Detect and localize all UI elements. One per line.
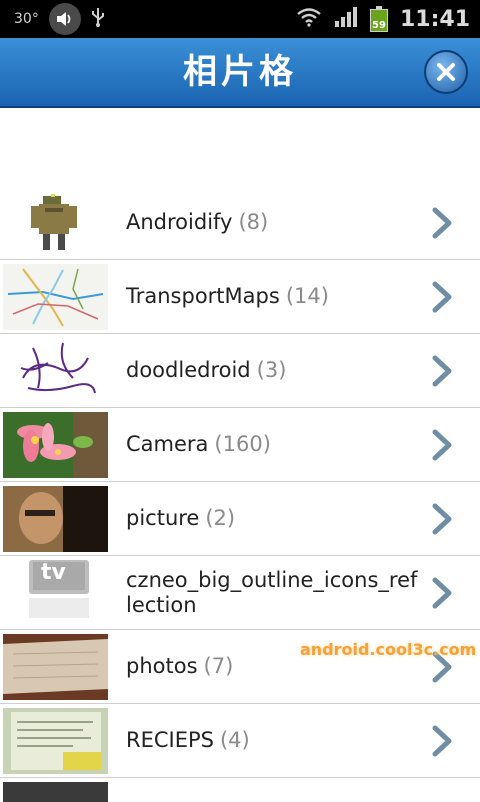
album-row-czneo[interactable]: tv czneo_big_outline_icons_reflection — [0, 556, 480, 630]
album-name: picture — [126, 506, 200, 530]
album-name: photos — [126, 654, 198, 678]
album-name: czneo_big_outline_icons_reflection — [126, 567, 418, 617]
album-count: (2) — [205, 506, 236, 530]
album-label: Camera (160) — [126, 408, 420, 481]
album-label: czneo_big_outline_icons_reflection — [126, 556, 420, 629]
album-thumbnail — [3, 412, 108, 478]
usb-icon — [91, 6, 105, 32]
album-thumbnail — [3, 338, 108, 404]
album-row-androidify[interactable]: Androidify (8) — [0, 186, 480, 260]
status-left: 30° — [14, 0, 105, 38]
album-name: RECIEPS — [126, 728, 214, 752]
album-thumbnail — [3, 782, 108, 802]
clock: 11:41 — [399, 6, 470, 32]
close-icon — [437, 63, 455, 81]
album-row-doodledroid[interactable]: doodledroid (3) — [0, 334, 480, 408]
album-thumbnail — [3, 708, 108, 774]
album-label: doodledroid (3) — [126, 334, 420, 407]
album-name: doodledroid — [126, 358, 251, 382]
album-count: (14) — [285, 284, 329, 308]
album-count: (4) — [219, 728, 250, 752]
chevron-right-icon — [432, 429, 452, 461]
album-label: Androidify (8) — [126, 186, 420, 259]
album-row-partial[interactable] — [0, 778, 480, 802]
chevron-right-icon — [432, 355, 452, 387]
close-button[interactable] — [424, 50, 468, 94]
chevron-right-icon — [432, 725, 452, 757]
album-row-recieps[interactable]: RECIEPS (4) — [0, 704, 480, 778]
album-thumbnail: tv — [3, 560, 108, 626]
album-label: TransportMaps (14) — [126, 260, 420, 333]
temperature-text: 30° — [14, 11, 39, 27]
album-count: (8) — [238, 210, 269, 234]
album-row-camera[interactable]: Camera (160) — [0, 408, 480, 482]
chevron-right-icon — [432, 503, 452, 535]
chevron-right-icon — [432, 577, 452, 609]
album-list: Androidify (8) TransportMaps (14) doodle… — [0, 186, 480, 802]
album-name: Camera — [126, 432, 209, 456]
chevron-right-icon — [432, 207, 452, 239]
page-title: 相片格 — [183, 52, 297, 92]
battery-level: 59 — [369, 9, 388, 32]
album-count: (160) — [214, 432, 271, 456]
album-count: (7) — [203, 654, 234, 678]
album-count: (3) — [256, 358, 287, 382]
album-row-transportmaps[interactable]: TransportMaps (14) — [0, 260, 480, 334]
album-label: RECIEPS (4) — [126, 704, 420, 777]
wifi-icon — [296, 7, 322, 31]
signal-icon — [334, 6, 358, 32]
album-name: TransportMaps — [126, 284, 280, 308]
volume-icon — [48, 3, 81, 35]
album-thumbnail — [3, 634, 108, 700]
album-thumbnail — [3, 486, 108, 552]
album-thumbnail — [3, 264, 108, 330]
status-right: 59 11:41 — [296, 0, 470, 38]
album-name: Androidify — [126, 210, 233, 234]
title-bar: 相片格 — [0, 38, 480, 108]
watermark-text: android.cool3c.com — [300, 640, 477, 659]
album-row-picture[interactable]: picture (2) — [0, 482, 480, 556]
status-bar: 30° 59 11:41 — [0, 0, 480, 38]
battery-icon: 59 — [369, 6, 388, 32]
chevron-right-icon — [432, 281, 452, 313]
album-label: picture (2) — [126, 482, 420, 555]
album-thumbnail — [3, 190, 108, 256]
